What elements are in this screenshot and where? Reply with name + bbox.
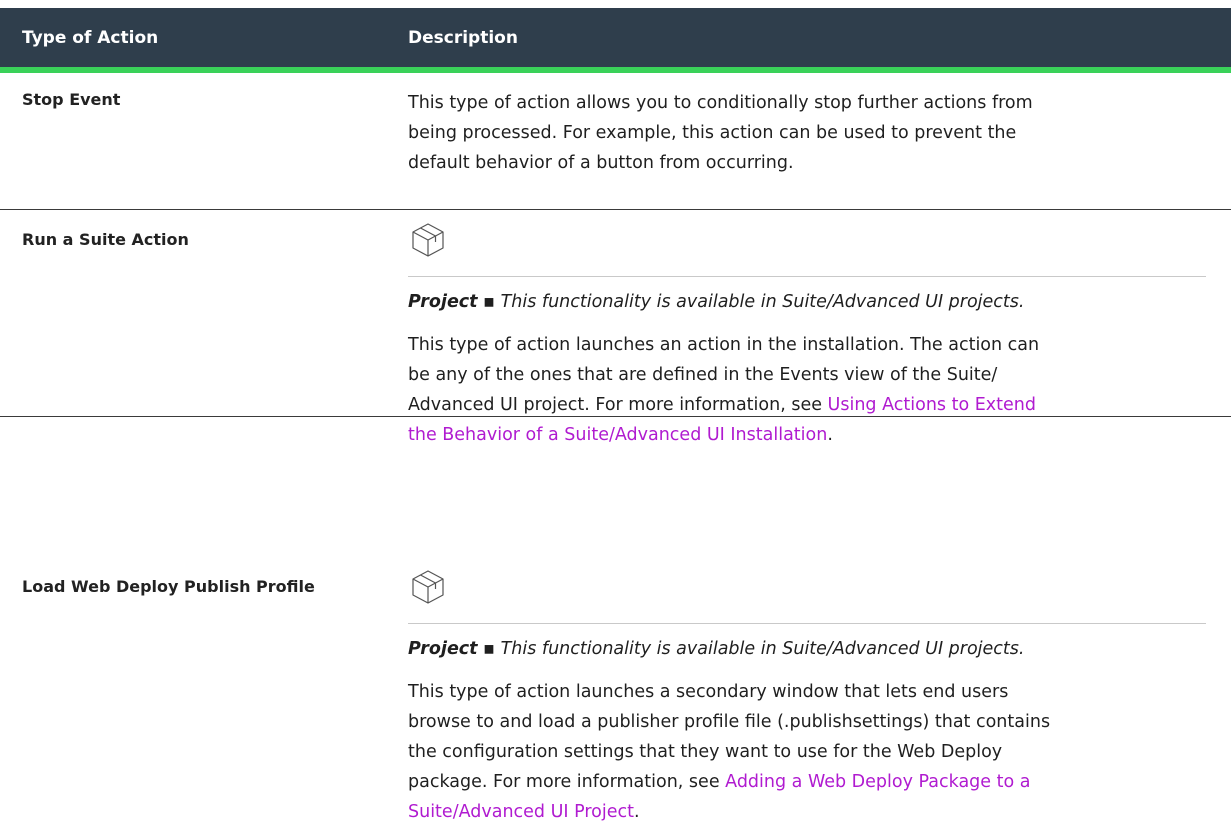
action-description: Project ▪ This functionality is availabl… — [408, 557, 1208, 822]
note-label: Project — [408, 639, 478, 659]
description-text: . — [634, 802, 640, 822]
action-type-name: Stop Event — [22, 90, 121, 109]
package-box-icon — [412, 223, 444, 257]
description-line: This type of action allows you to condit… — [408, 93, 1033, 113]
note-text: This functionality is available in Suite… — [500, 292, 1025, 312]
description-line: This type of action launches an action i… — [408, 335, 1040, 355]
description-line: be any of the ones that are defined in t… — [408, 365, 998, 385]
table-row-container: Load Web Deploy Publish Profile Project … — [0, 557, 1231, 822]
adding-web-deploy-link[interactable]: Adding a Web Deploy Package to a — [725, 772, 1030, 792]
divider — [408, 276, 1206, 277]
note-label: Project — [408, 292, 478, 312]
header-type-of-action: Type of Action — [22, 27, 159, 48]
action-description: Project ▪ This functionality is availabl… — [408, 210, 1208, 445]
action-type-name: Run a Suite Action — [22, 230, 189, 249]
note-text: This functionality is available in Suite… — [500, 639, 1025, 659]
header-description: Description — [408, 27, 518, 48]
description-body: This type of action launches a secondary… — [408, 677, 1208, 827]
table-header: Type of Action Description — [0, 8, 1231, 73]
description-line: package. For more information, see Addin… — [408, 767, 1208, 797]
note-bullet: ▪ — [483, 292, 496, 312]
adding-web-deploy-link-continued[interactable]: Suite/Advanced UI Project — [408, 802, 634, 822]
package-box-icon — [412, 570, 444, 604]
description-text: package. For more information, see — [408, 772, 726, 792]
description-line: This type of action launches a secondary… — [408, 682, 1009, 702]
description-line: being processed. For example, this actio… — [408, 123, 1017, 143]
description-line: browse to and load a publisher profile f… — [408, 712, 1051, 732]
action-types-table: Type of Action Description Stop Event Th… — [0, 8, 1231, 445]
note-bullet: ▪ — [483, 639, 496, 659]
project-note: Project ▪ This functionality is availabl… — [408, 634, 1208, 664]
description-text: . — [827, 425, 833, 445]
using-actions-link-continued[interactable]: the Behavior of a Suite/Advanced UI Inst… — [408, 425, 827, 445]
description-line: Suite/Advanced UI Project. — [408, 797, 1208, 827]
table-row: Run a Suite Action Project ▪ This functi… — [0, 210, 1231, 445]
description-line: default behavior of a button from occurr… — [408, 153, 794, 173]
description-line: Advanced UI project. For more informatio… — [408, 390, 1208, 420]
divider — [408, 623, 1206, 624]
action-type-name: Load Web Deploy Publish Profile — [22, 577, 315, 596]
description-text: Advanced UI project. For more informatio… — [408, 395, 828, 415]
using-actions-link[interactable]: Using Actions to Extend — [828, 395, 1036, 415]
description-line: the Behavior of a Suite/Advanced UI Inst… — [408, 420, 1208, 450]
table-row: Stop Event This type of action allows yo… — [0, 73, 1231, 210]
table-row: Load Web Deploy Publish Profile Project … — [0, 557, 1231, 822]
description-line: the configuration settings that they wan… — [408, 742, 1003, 762]
description-body: This type of action launches an action i… — [408, 330, 1208, 450]
action-description: This type of action allows you to condit… — [408, 73, 1208, 209]
project-note: Project ▪ This functionality is availabl… — [408, 287, 1208, 317]
